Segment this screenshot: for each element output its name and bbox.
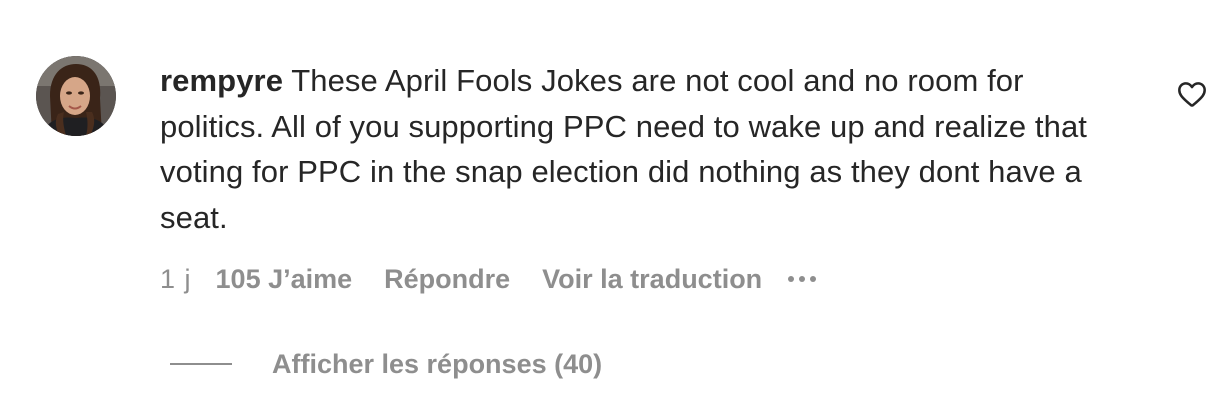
comment-text: These April Fools Jokes are not cool and… [160, 63, 1088, 235]
ellipsis-dot [799, 276, 806, 282]
reply-button[interactable]: Répondre [384, 264, 510, 295]
heart-outline-icon [1178, 82, 1206, 107]
comment-username[interactable]: rempyre [160, 63, 283, 98]
comment-time[interactable]: 1 j [160, 264, 192, 295]
ellipsis-icon[interactable] [788, 276, 817, 282]
view-replies-label: Afficher les réponses (40) [272, 348, 603, 379]
comment-meta: 1 j 105 J’aime Répondre Voir la traducti… [160, 262, 817, 296]
translate-button[interactable]: Voir la traduction [542, 264, 762, 295]
ellipsis-dot [788, 276, 795, 282]
comment: rempyre These April Fools Jokes are not … [0, 0, 1224, 414]
ellipsis-dot [810, 276, 817, 282]
avatar-image [36, 56, 116, 136]
view-replies-button[interactable]: Afficher les réponses (40) [170, 346, 602, 382]
comment-body: rempyre These April Fools Jokes are not … [160, 58, 1130, 240]
replies-divider-line [170, 363, 232, 365]
avatar[interactable] [36, 56, 116, 136]
like-button[interactable] [1176, 78, 1208, 110]
likes-count-button[interactable]: 105 J’aime [216, 264, 353, 295]
